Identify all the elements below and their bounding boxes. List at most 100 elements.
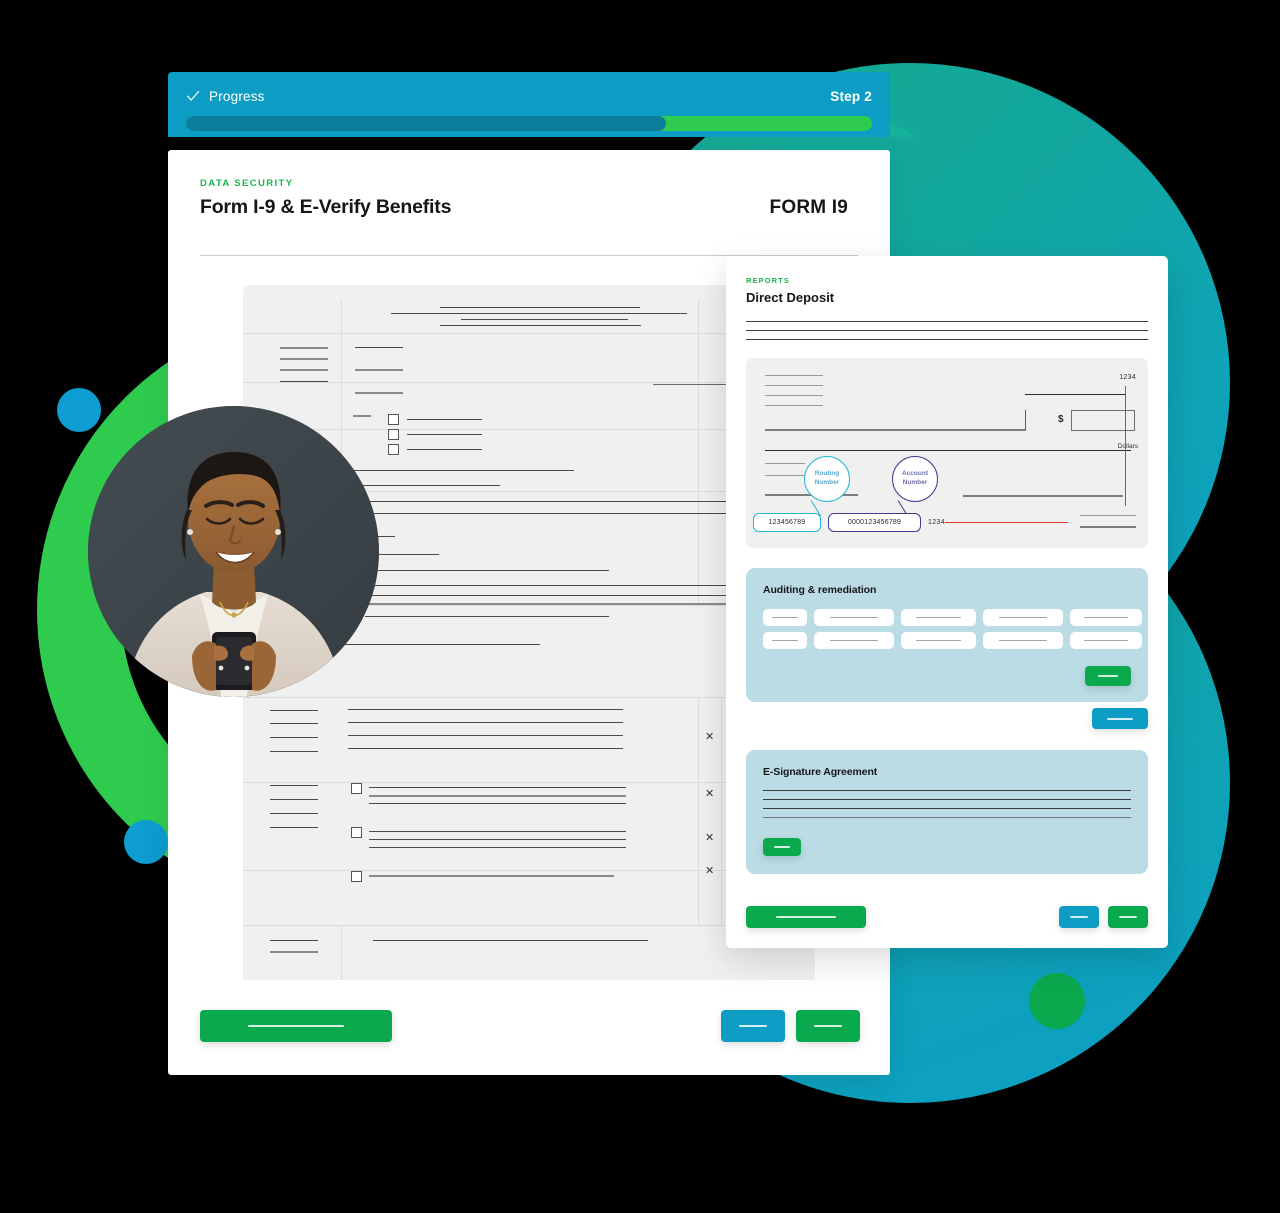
form-placeholder-line [280, 369, 328, 371]
auditing-field[interactable] [814, 609, 894, 626]
check-line [1080, 515, 1136, 516]
auditing-field[interactable] [901, 609, 976, 626]
form-placeholder-line [369, 839, 626, 840]
form-placeholder-line [355, 369, 403, 371]
auditing-field[interactable] [983, 609, 1063, 626]
auditing-field[interactable] [1070, 609, 1142, 626]
table-x-mark: ✕ [705, 731, 715, 743]
page-title: Form I-9 & E-Verify Benefits [200, 196, 452, 218]
form-placeholder-line [280, 381, 328, 382]
rule-line [746, 339, 1148, 340]
check-line [765, 395, 823, 396]
check-line [765, 375, 823, 376]
form-checkbox[interactable] [388, 429, 399, 440]
esignature-text-lines [763, 790, 1131, 818]
form-placeholder-line [280, 347, 328, 349]
form-eyebrow: DATA SECURITY [200, 178, 294, 189]
auditing-field[interactable] [763, 632, 807, 649]
form-tertiary-button[interactable] [796, 1010, 860, 1042]
routing-number-value: 123456789 [768, 519, 806, 526]
form-placeholder-line [365, 570, 609, 571]
form-placeholder-line [355, 347, 403, 348]
form-placeholder-line [461, 319, 628, 320]
check-signature-line [963, 495, 1123, 497]
form-placeholder-line [341, 470, 574, 471]
form-placeholder-line [270, 827, 318, 828]
check-line [765, 475, 805, 476]
form-checkbox[interactable] [351, 871, 362, 882]
form-secondary-button[interactable] [721, 1010, 785, 1042]
auditing-field[interactable] [901, 632, 976, 649]
rule-line [746, 330, 1148, 331]
form-checkbox[interactable] [388, 444, 399, 455]
button-label-placeholder [776, 916, 836, 918]
form-placeholder-line [270, 951, 318, 953]
button-label-placeholder [739, 1025, 767, 1027]
check-number-bottom: 1234 [928, 519, 945, 526]
progress-label: Progress [209, 88, 265, 104]
form-checkbox[interactable] [388, 414, 399, 425]
account-number-value: 0000123456789 [847, 519, 902, 526]
form-placeholder-line [270, 940, 318, 941]
form-placeholder-line [391, 313, 687, 314]
table-x-mark: ✕ [705, 788, 715, 800]
esignature-line [763, 790, 1131, 791]
progress-banner: Progress Step 2 [168, 72, 918, 137]
check-graphic: 1234 $ Dollars Routing Number Account Nu… [746, 358, 1148, 548]
progress-label-group: Progress [186, 89, 265, 104]
esignature-panel: E-Signature Agreement [746, 750, 1148, 874]
direct-deposit-eyebrow: REPORTS [746, 276, 790, 285]
form-placeholder-line [369, 795, 626, 797]
auditing-submit-button[interactable] [1085, 666, 1131, 686]
direct-deposit-secondary-group [1059, 906, 1148, 928]
button-label-placeholder [814, 1025, 842, 1027]
check-line [765, 405, 823, 406]
form-checkbox[interactable] [351, 783, 362, 794]
form-placeholder-line [365, 616, 609, 617]
form-placeholder-line [280, 358, 328, 360]
form-tag: FORM I9 [769, 197, 848, 218]
form-checkbox[interactable] [351, 827, 362, 838]
check-payee-line [765, 429, 1026, 431]
form-placeholder-line [270, 723, 318, 724]
auditing-field[interactable] [814, 632, 894, 649]
form-placeholder-line [440, 307, 640, 308]
form-placeholder-line [369, 847, 626, 848]
auditing-field[interactable] [763, 609, 807, 626]
form-placeholder-line [373, 940, 648, 941]
direct-deposit-tertiary-button[interactable] [1108, 906, 1148, 928]
esignature-line [763, 808, 1131, 809]
form-grid-line [721, 697, 722, 925]
form-placeholder-line [270, 785, 318, 786]
esignature-sign-button[interactable] [763, 838, 801, 856]
auditing-field[interactable] [1070, 632, 1142, 649]
button-label-placeholder [248, 1025, 344, 1027]
direct-deposit-footer-actions [746, 906, 1148, 928]
direct-deposit-primary-button[interactable] [746, 906, 866, 928]
decorative-cyan-dot-bottom [124, 820, 168, 864]
form-placeholder-line [369, 875, 614, 877]
account-bubble-text: Account Number [902, 470, 928, 486]
form-placeholder-line [270, 710, 318, 711]
routing-number-pill: 123456789 [753, 513, 821, 532]
auditing-panel-title: Auditing & remediation [763, 584, 877, 596]
check-red-horizontal [945, 522, 1068, 524]
form-primary-button[interactable] [200, 1010, 392, 1042]
direct-deposit-secondary-button[interactable] [1059, 906, 1099, 928]
button-label-placeholder [1107, 717, 1133, 720]
check-amount-words-line [765, 450, 1131, 451]
form-placeholder-line [440, 325, 641, 326]
avatar [88, 406, 379, 697]
auditing-field[interactable] [983, 632, 1063, 649]
between-panels-button[interactable] [1092, 708, 1148, 729]
check-red-vertical [1125, 386, 1127, 506]
form-placeholder-line [348, 709, 623, 710]
table-x-mark: ✕ [705, 832, 715, 844]
form-placeholder-line [355, 392, 403, 394]
direct-deposit-rule-lines [746, 321, 1148, 340]
form-placeholder-line [407, 419, 482, 420]
form-placeholder-line [348, 748, 623, 749]
progress-header-row: Progress Step 2 [186, 85, 872, 107]
progress-bar-fill [186, 116, 667, 131]
table-x-mark: ✕ [705, 865, 715, 877]
